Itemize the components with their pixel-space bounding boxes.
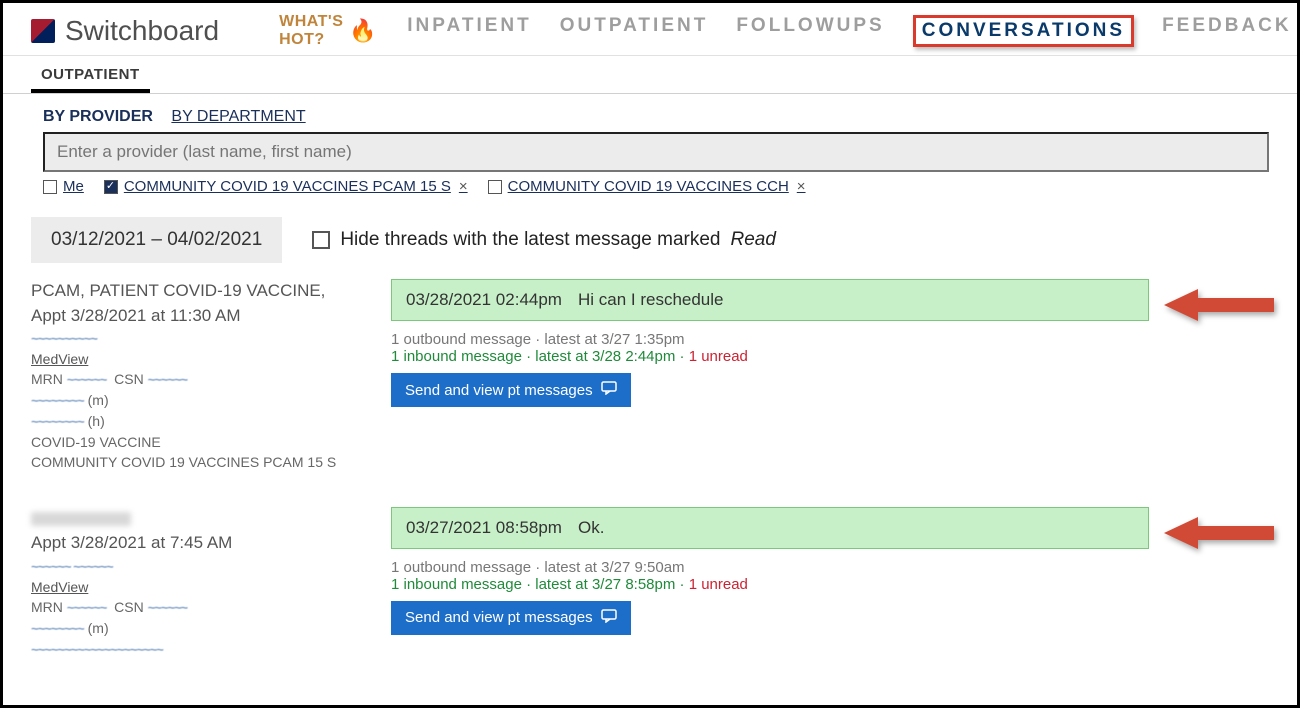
message-timestamp: 03/28/2021 02:44pm [406,290,562,310]
message-text: Hi can I reschedule [578,290,724,310]
phone-m-line: ~~~~~~~~ (m) [31,618,361,639]
checkbox-icon[interactable] [312,231,330,249]
chip-me[interactable]: Me [43,178,84,195]
filter-chip-row: Me COMMUNITY COVID 19 VACCINES PCAM 15 S… [43,178,1269,195]
unread-count: 1 unread [689,348,748,365]
redacted-name [31,512,131,526]
thread-main: 03/27/2021 08:58pm Ok. 1 outbound messag… [391,507,1269,660]
inbound-summary: 1 inbound message · latest at 3/28 2:44p… [391,348,689,365]
thread-list: PCAM, PATIENT COVID-19 VACCINE, Appt 3/2… [3,273,1297,660]
annotation-arrow-icon [1164,283,1274,332]
send-view-messages-button[interactable]: Send and view pt messages [391,373,631,407]
mrn-csn-line: MRN ~~~~~~ CSN ~~~~~~ [31,597,361,618]
medview-link[interactable]: MedView [31,349,361,369]
annotation-arrow-icon [1164,511,1274,560]
chip-cch[interactable]: COMMUNITY COVID 19 VACCINES CCH × [488,178,806,195]
redacted-text: ~~~~~~~~~~ [31,331,97,346]
thread-sidebar: Appt 3/28/2021 at 7:45 AM ~~~~~~ ~~~~~~ … [31,507,361,660]
nav-inpatient[interactable]: INPATIENT [407,15,531,47]
chat-bubble-icon [601,381,617,399]
inbound-summary: 1 inbound message · latest at 3/27 8:58p… [391,576,689,593]
date-range-picker[interactable]: 03/12/2021 – 04/02/2021 [31,217,282,263]
vaccine-line: COVID-19 VACCINE [31,432,361,452]
chat-bubble-icon [601,609,617,627]
nav-conversations[interactable]: CONVERSATIONS [913,15,1134,47]
thread-sidebar: PCAM, PATIENT COVID-19 VACCINE, Appt 3/2… [31,279,361,473]
button-label: Send and view pt messages [405,609,593,626]
filter-by-department[interactable]: BY DEPARTMENT [171,108,305,125]
dept-line: COMMUNITY COVID 19 VACCINES PCAM 15 S [31,452,361,472]
fire-blob-icon: 🔥 [349,18,377,44]
patient-title: PCAM, PATIENT COVID-19 VACCINE, [31,279,361,304]
latest-message-bubble[interactable]: 03/27/2021 08:58pm Ok. [391,507,1149,549]
phone-h-line: ~~~~~~~~ (h) [31,411,361,432]
checkbox-checked-icon[interactable] [104,180,118,194]
nav-followups[interactable]: FOLLOWUPS [736,15,884,47]
chip-label: Me [63,178,84,195]
appt-line: Appt 3/28/2021 at 11:30 AM [31,304,361,329]
thread-main: 03/28/2021 02:44pm Hi can I reschedule 1… [391,279,1269,473]
main-nav: INPATIENT OUTPATIENT FOLLOWUPS CONVERSAT… [407,15,1291,47]
whats-hot-label: WHAT'S HOT? [279,13,343,49]
nav-outpatient[interactable]: OUTPATIENT [560,15,709,47]
chip-label: COMMUNITY COVID 19 VACCINES PCAM 15 S [124,178,451,195]
controls-row: 03/12/2021 – 04/02/2021 Hide threads wit… [3,199,1297,273]
filter-mode-tabs: BY PROVIDER BY DEPARTMENT [43,108,1269,126]
checkbox-icon[interactable] [488,180,502,194]
chip-label: COMMUNITY COVID 19 VACCINES CCH [508,178,789,195]
subtab-row: OUTPATIENT [3,56,1297,94]
latest-message-bubble[interactable]: 03/28/2021 02:44pm Hi can I reschedule [391,279,1149,321]
brand-logo-icon [31,19,55,43]
chip-remove-icon[interactable]: × [459,178,468,195]
thread-item: Appt 3/28/2021 at 7:45 AM ~~~~~~ ~~~~~~ … [31,507,1269,660]
subtab-outpatient[interactable]: OUTPATIENT [31,62,150,93]
button-label: Send and view pt messages [405,382,593,399]
hide-read-toggle[interactable]: Hide threads with the latest message mar… [312,229,776,251]
provider-search-input[interactable] [43,132,1269,172]
send-view-messages-button[interactable]: Send and view pt messages [391,601,631,635]
outbound-summary: 1 outbound message · latest at 3/27 1:35… [391,331,1149,348]
hide-read-prefix: Hide threads with the latest message mar… [340,229,720,251]
redacted-text: ~~~~~~ ~~~~~~ [31,559,113,574]
chip-remove-icon[interactable]: × [797,178,806,195]
medview-link[interactable]: MedView [31,577,361,597]
chip-pcam-15s[interactable]: COMMUNITY COVID 19 VACCINES PCAM 15 S × [104,178,468,195]
app-header: Switchboard WHAT'S HOT? 🔥 INPATIENT OUTP… [3,3,1297,56]
brand-name: Switchboard [65,15,219,47]
phone-m-line: ~~~~~~~~ (m) [31,390,361,411]
mrn-csn-line: MRN ~~~~~~ CSN ~~~~~~ [31,369,361,390]
nav-feedback[interactable]: FEEDBACK [1162,15,1292,47]
filter-by-provider[interactable]: BY PROVIDER [43,108,153,125]
appt-line: Appt 3/28/2021 at 7:45 AM [31,531,361,556]
brand[interactable]: Switchboard [31,15,219,47]
message-timestamp: 03/27/2021 08:58pm [406,518,562,538]
thread-summary: 1 outbound message · latest at 3/27 9:50… [391,559,1149,593]
thread-item: PCAM, PATIENT COVID-19 VACCINE, Appt 3/2… [31,279,1269,473]
filter-block: BY PROVIDER BY DEPARTMENT Me COMMUNITY C… [3,94,1297,199]
redacted-text: ~~~~~~~~~~~~~~~~~~~~ [31,642,163,657]
thread-summary: 1 outbound message · latest at 3/27 1:35… [391,331,1149,365]
hide-read-emph: Read [731,229,776,251]
message-text: Ok. [578,518,604,538]
outbound-summary: 1 outbound message · latest at 3/27 9:50… [391,559,1149,576]
unread-count: 1 unread [689,576,748,593]
whats-hot-link[interactable]: WHAT'S HOT? 🔥 [279,13,377,49]
checkbox-icon[interactable] [43,180,57,194]
